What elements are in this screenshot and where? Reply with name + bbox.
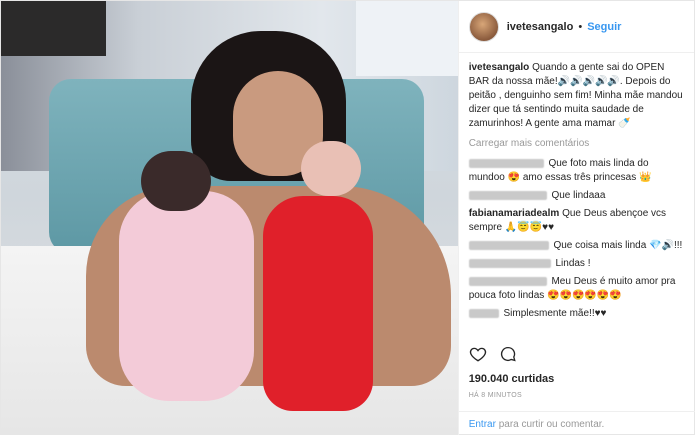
comments-list[interactable]: ivetesangalo Quando a gente sai do OPEN … bbox=[459, 53, 694, 331]
photo-baby-pink bbox=[119, 191, 254, 401]
load-more-comments[interactable]: Carregar mais comentários bbox=[469, 137, 684, 151]
action-bar bbox=[469, 345, 517, 363]
login-prompt: para curtir ou comentar. bbox=[495, 419, 605, 430]
header-username[interactable]: ivetesangalo bbox=[507, 21, 574, 33]
post-header: ivetesangalo • Seguir bbox=[458, 1, 694, 53]
comment-username-blurred[interactable] bbox=[468, 240, 549, 250]
header-separator: • bbox=[578, 20, 583, 33]
comment-text: Que lindaaa bbox=[551, 190, 606, 201]
caption: ivetesangalo Quando a gente sai do OPEN … bbox=[469, 61, 684, 131]
comment-username[interactable]: fabianamariadealm bbox=[469, 208, 560, 219]
comment-username-blurred[interactable] bbox=[468, 276, 547, 286]
follow-button[interactable]: Seguir bbox=[587, 21, 621, 33]
post-sidebar: ivetesangalo • Seguir ivetesangalo Quand… bbox=[457, 1, 695, 435]
post-window: ivetesangalo • Seguir ivetesangalo Quand… bbox=[0, 0, 695, 435]
post-photo[interactable] bbox=[1, 1, 458, 435]
comment-text: Que coisa mais linda 💎🔊!!! bbox=[553, 240, 683, 251]
comment-username-blurred[interactable] bbox=[468, 190, 547, 200]
comment-item: fabianamariadealm Que Deus abençoe vcs s… bbox=[469, 207, 684, 235]
photo-baby-red bbox=[263, 196, 373, 411]
likes-count[interactable]: 190.040 curtidas bbox=[469, 373, 555, 385]
comment-text: Lindas ! bbox=[555, 258, 591, 269]
photo-wallpaper bbox=[356, 1, 458, 76]
photo-frame bbox=[1, 1, 106, 56]
comment-item: Que lindaaa bbox=[468, 189, 684, 203]
comment-icon[interactable] bbox=[499, 345, 517, 363]
photo-baby-head-right bbox=[301, 141, 361, 196]
photo-baby-head-left bbox=[141, 151, 211, 211]
comment-item: Que foto mais linda do mundoo 😍 amo essa… bbox=[468, 157, 684, 185]
comment-item: Meu Deus é muito amor pra pouca foto lin… bbox=[468, 275, 684, 303]
comment-text: Simplesmente mãe!!♥♥ bbox=[503, 308, 607, 319]
avatar[interactable] bbox=[468, 11, 499, 42]
login-bar: Entrar para curtir ou comentar. bbox=[458, 411, 695, 435]
comment-item: Que coisa mais linda 💎🔊!!! bbox=[468, 239, 684, 253]
heart-icon[interactable] bbox=[469, 345, 487, 363]
comment-username-blurred[interactable] bbox=[468, 158, 544, 168]
comment-username-blurred[interactable] bbox=[468, 308, 499, 318]
login-link[interactable]: Entrar bbox=[469, 419, 496, 430]
comment-item: Simplesmente mãe!!♥♥ bbox=[468, 307, 684, 321]
caption-username[interactable]: ivetesangalo bbox=[469, 62, 530, 73]
comment-item: Lindas ! bbox=[468, 257, 684, 271]
post-timestamp: HÁ 8 MINUTOS bbox=[468, 392, 522, 399]
comment-username-blurred[interactable] bbox=[468, 258, 551, 268]
